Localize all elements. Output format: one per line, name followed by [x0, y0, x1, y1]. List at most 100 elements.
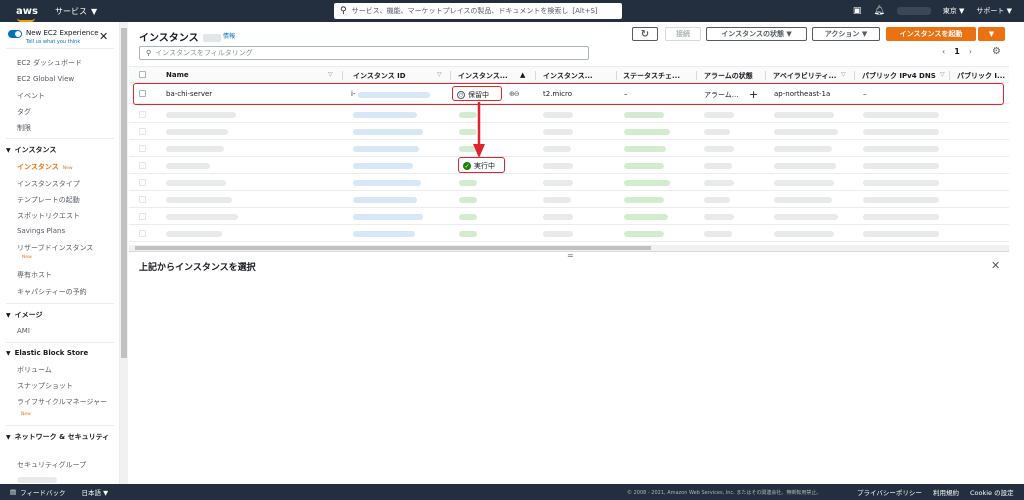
terms-link[interactable]: 利用規約: [933, 487, 959, 497]
column-public-dns[interactable]: パブリック IPv4 DNS: [862, 71, 936, 81]
column-status-check[interactable]: ステータスチェ...: [623, 71, 680, 81]
instance-filter-input[interactable]: ⚲ インスタンスをフィルタリング: [139, 46, 589, 60]
table-row[interactable]: [129, 191, 1009, 208]
sidebar-item-launch-templates[interactable]: テンプレートの起動: [17, 195, 80, 205]
sidebar-scrollbar[interactable]: [120, 22, 128, 484]
aws-smile-icon: [17, 18, 35, 22]
filter-icon[interactable]: ▽: [940, 71, 945, 78]
column-name[interactable]: Name: [166, 71, 189, 79]
column-public-ip[interactable]: パブリック I...: [957, 71, 1005, 81]
blurred-cell: [166, 214, 238, 220]
blurred-cell: [353, 163, 413, 169]
actions-button[interactable]: アクション ▼: [812, 27, 880, 41]
sidebar-item-limits[interactable]: 制限: [17, 123, 31, 133]
toggle-switch[interactable]: [8, 30, 22, 38]
aws-logo[interactable]: aws: [16, 6, 38, 22]
filter-icon[interactable]: ▽: [328, 71, 333, 78]
blurred-cell: [543, 112, 573, 118]
sidebar-item-reserved-instances[interactable]: リザーブドインスタンス: [17, 243, 93, 253]
cloudshell-icon[interactable]: ▣: [853, 6, 862, 16]
close-icon[interactable]: ✕: [991, 259, 1000, 272]
info-link[interactable]: 情報: [223, 31, 235, 40]
blurred-cell: [863, 112, 939, 118]
account-menu[interactable]: [896, 7, 931, 15]
close-icon[interactable]: ✕: [99, 30, 108, 43]
section-instances[interactable]: ▼ インスタンス: [6, 145, 56, 155]
sidebar-item-lifecycle-manager[interactable]: ライフサイクルマネージャーNew: [17, 397, 109, 420]
blurred-cell: [774, 129, 838, 135]
row-checkbox[interactable]: [139, 128, 146, 135]
table-row[interactable]: [129, 225, 1009, 242]
column-instance-type[interactable]: インスタンス...: [543, 71, 593, 81]
section-network-security[interactable]: ▼ ネットワーク & セキュリティ: [6, 432, 114, 443]
blurred-cell: [774, 214, 838, 220]
column-instance-state[interactable]: インスタンス...: [458, 71, 508, 81]
blurred-cell: [353, 146, 419, 152]
sidebar-item-instances[interactable]: インスタンス New: [17, 162, 73, 172]
region-menu[interactable]: 東京 ▼: [943, 6, 965, 16]
sort-asc-icon[interactable]: ▲: [520, 71, 525, 79]
sidebar-item-ami[interactable]: AMI: [17, 327, 30, 335]
row-checkbox[interactable]: [139, 230, 146, 237]
sidebar-item-dedicated-hosts[interactable]: 専有ホスト: [17, 270, 52, 280]
language-selector[interactable]: 日本語 ▼: [82, 487, 109, 497]
bell-icon[interactable]: 🔔︎: [873, 6, 884, 16]
table-row[interactable]: [129, 208, 1009, 225]
sidebar-item-events[interactable]: イベント: [17, 91, 45, 101]
select-all-checkbox[interactable]: [139, 71, 146, 78]
launch-dropdown-button[interactable]: ▼: [978, 27, 1005, 41]
column-instance-id[interactable]: インスタンス ID: [353, 71, 406, 81]
section-images[interactable]: ▼ イメージ: [6, 310, 43, 320]
row-checkbox[interactable]: [139, 111, 146, 118]
column-availability-zone[interactable]: アベイラビリティ...: [773, 71, 836, 81]
table-header: Name ▽ インスタンス ID ▽ インスタンス... ▲ インスタンス...…: [129, 66, 1009, 83]
table-row[interactable]: [129, 123, 1009, 140]
services-menu[interactable]: サービス ▼: [55, 6, 97, 17]
instance-state-button[interactable]: インスタンスの状態 ▼: [706, 27, 807, 41]
sidebar-item-elastic-ip[interactable]: [17, 477, 57, 483]
sidebar-item-snapshots[interactable]: スナップショット: [17, 381, 73, 391]
split-panel-handle[interactable]: =: [567, 251, 574, 260]
prev-page-icon[interactable]: ‹: [942, 47, 945, 56]
row-checkbox[interactable]: [139, 162, 146, 169]
refresh-button[interactable]: ↻: [632, 27, 658, 41]
feedback-icon[interactable]: ▤: [10, 488, 16, 496]
row-checkbox[interactable]: [139, 196, 146, 203]
table-row[interactable]: [129, 140, 1009, 157]
support-menu[interactable]: サポート ▼: [976, 6, 1012, 16]
global-search-input[interactable]: ⚲ サービス、機能、マーケットプレイスの製品、ドキュメントを検索し [Alt+S…: [334, 3, 622, 19]
sidebar-item-instance-types[interactable]: インスタンスタイプ: [17, 179, 80, 189]
filter-icon[interactable]: ▽: [841, 71, 846, 78]
blurred-cell: [166, 180, 226, 186]
blurred-cell: [543, 197, 571, 203]
feedback-link[interactable]: フィードバック: [20, 487, 65, 497]
blurred-cell: [624, 112, 664, 118]
connect-button[interactable]: 接続: [665, 27, 701, 41]
gear-icon[interactable]: ⚙: [992, 46, 1001, 57]
launch-instance-button[interactable]: インスタンスを起動: [886, 27, 976, 41]
sidebar-item-spot-requests[interactable]: スポットリクエスト: [17, 211, 80, 221]
privacy-link[interactable]: プライバシーポリシー: [857, 487, 922, 497]
scrollbar-thumb[interactable]: [135, 246, 651, 250]
sidebar-item-global-view[interactable]: EC2 Global View: [17, 75, 74, 83]
sidebar-item-dashboard[interactable]: EC2 ダッシュボード: [17, 58, 82, 68]
sidebar-item-savings-plans[interactable]: Savings Plans: [17, 227, 65, 235]
cookie-link[interactable]: Cookie の設定: [970, 487, 1014, 497]
sidebar-item-tags[interactable]: タグ: [17, 107, 31, 117]
column-alarm-state[interactable]: アラームの状態: [704, 71, 753, 81]
table-row[interactable]: [129, 106, 1009, 123]
section-ebs[interactable]: ▼ Elastic Block Store: [6, 349, 88, 357]
current-page[interactable]: 1: [954, 47, 960, 56]
row-checkbox[interactable]: [139, 179, 146, 186]
blurred-cell: [624, 129, 670, 135]
sidebar-item-security-groups[interactable]: セキュリティグループ: [17, 460, 86, 470]
table-row[interactable]: [129, 174, 1009, 191]
sidebar-item-volumes[interactable]: ボリューム: [17, 365, 52, 375]
row-checkbox[interactable]: [139, 145, 146, 152]
filter-icon[interactable]: ▽: [437, 71, 442, 78]
row-checkbox[interactable]: [139, 213, 146, 220]
sidebar-item-capacity-reservations[interactable]: キャパシティーの予約: [17, 287, 87, 297]
next-page-icon[interactable]: ›: [969, 47, 972, 56]
table-row[interactable]: [129, 157, 1009, 174]
scrollbar-thumb[interactable]: [121, 28, 127, 358]
